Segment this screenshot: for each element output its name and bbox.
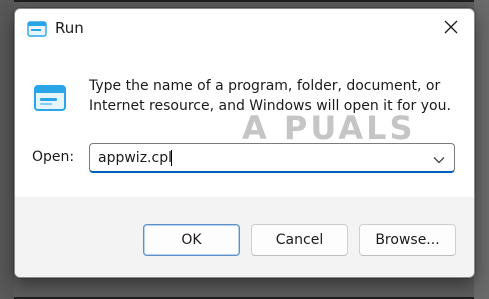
text-cursor	[171, 150, 172, 166]
chevron-down-icon	[433, 149, 445, 168]
run-dialog: Run Type the name of a program, folder, …	[14, 8, 475, 278]
title-bar: Run	[15, 9, 474, 47]
cancel-button[interactable]: Cancel	[251, 224, 348, 256]
window-title: Run	[55, 19, 84, 37]
close-button[interactable]	[434, 13, 468, 43]
open-input[interactable]	[90, 144, 420, 171]
ok-button[interactable]: OK	[143, 224, 240, 256]
run-app-icon	[27, 21, 47, 37]
background-right-strip	[474, 0, 489, 299]
open-combobox[interactable]	[89, 143, 455, 173]
browse-button[interactable]: Browse...	[359, 224, 456, 256]
open-label: Open:	[32, 149, 75, 165]
watermark-logo: A PUALS	[242, 109, 416, 147]
background-left-strip	[0, 0, 14, 299]
dropdown-button[interactable]	[428, 148, 450, 168]
close-icon	[444, 19, 458, 38]
run-app-icon	[33, 83, 67, 113]
